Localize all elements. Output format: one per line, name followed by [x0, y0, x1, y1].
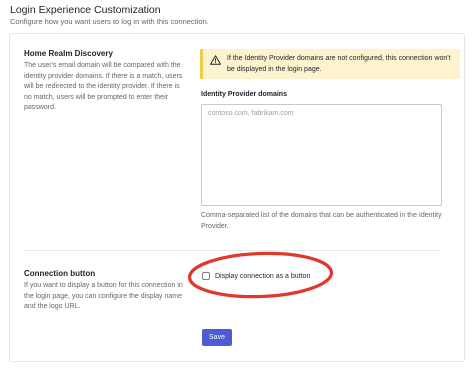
home-realm-description: The user's email domain will be compared… — [24, 62, 183, 111]
page-title: Login Experience Customization — [10, 4, 161, 16]
idp-domains-textarea[interactable] — [201, 104, 442, 206]
alert-text: If the Identity Provider domains are not… — [227, 55, 451, 73]
display-as-button-option[interactable]: Display connection as a button — [202, 272, 310, 280]
home-realm-title: Home Realm Discovery — [24, 49, 113, 58]
display-as-button-label: Display connection as a button — [215, 272, 311, 280]
idp-domains-help: Comma-separated list of the domains that… — [201, 212, 442, 230]
display-as-button-checkbox[interactable] — [202, 272, 210, 280]
idp-domains-label: Identity Provider domains — [201, 91, 287, 98]
save-button[interactable]: Save — [202, 329, 232, 346]
warning-icon — [210, 55, 221, 65]
connection-button-description: If you want to display a button for this… — [24, 282, 183, 310]
page-subtitle: Configure how you want users to log in w… — [10, 17, 209, 26]
connection-button-title: Connection button — [24, 269, 96, 278]
section-divider — [24, 250, 440, 251]
warning-alert: If the Identity Provider domains are not… — [200, 49, 460, 79]
